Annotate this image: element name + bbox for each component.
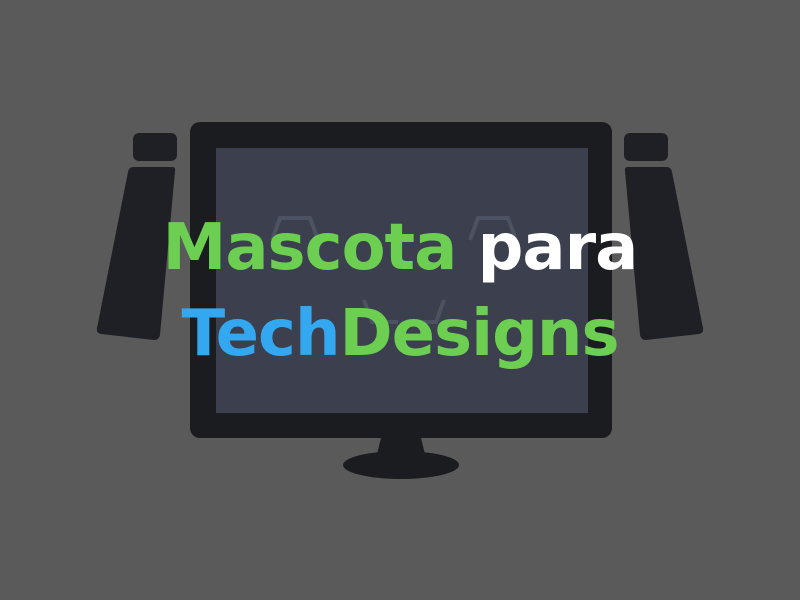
headline-word-mascota: Mascota [162,211,458,285]
headline-word-tech: Tech [181,297,340,371]
headline-word-para: para [477,211,639,285]
banner: Mascota para TechDesigns [0,0,800,600]
headline-line-1: Mascota para [0,205,800,291]
headline-word-designs: Designs [339,297,620,371]
headline-line-2: TechDesigns [0,291,800,377]
headline: Mascota para TechDesigns [0,205,800,377]
